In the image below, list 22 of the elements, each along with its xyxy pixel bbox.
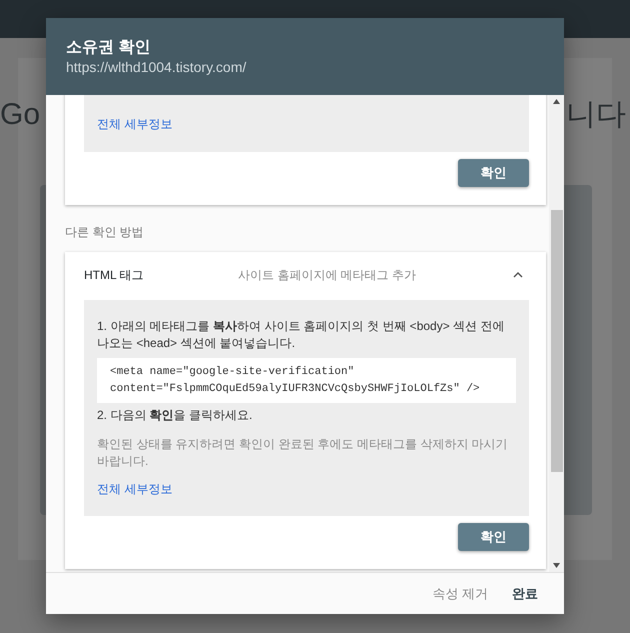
chevron-up-icon[interactable] (513, 272, 523, 278)
done-button[interactable]: 완료 (504, 580, 546, 608)
note-text: 확인된 상태를 유지하려면 확인이 완료된 후에도 메타태그를 삭제하지 마시기 바랍니다. (97, 436, 509, 470)
verify-button[interactable]: 확인 (458, 159, 529, 187)
method-description: 사이트 홈페이지에 메타태그 추가 (238, 267, 418, 284)
dialog-title: 소유권 확인 (66, 38, 152, 58)
details-link[interactable]: 전체 세부정보 (97, 481, 172, 498)
scroll-up-icon[interactable] (553, 99, 560, 104)
method-name: HTML 태그 (84, 267, 145, 284)
section-label: 다른 확인 방법 (65, 224, 145, 241)
scrollbar[interactable] (549, 95, 564, 572)
step-text: 1. 아래의 메타태그를 복사하여 사이트 홈페이지의 첫 번째 <body> 섹션 전에 나오는 <head> 섹션에 붙여넣습니다. (97, 318, 506, 352)
scroll-down-icon[interactable] (553, 563, 560, 568)
code-snippet: <meta name="google-site-verification" content="FslpmmCOquEd59alyIUFR3NCVcQsbySHWFjIoLOLfZs" /> (97, 358, 516, 403)
scrollbar-thumb[interactable] (551, 210, 563, 472)
page-heading: Go (0, 97, 40, 133)
site-url: https://wlthd1004.tistory.com/ (66, 58, 248, 76)
details-link[interactable]: 전체 세부정보 (97, 116, 172, 133)
remove-property-button[interactable]: 속성 제거 (424, 580, 496, 608)
page-heading: 니다 (566, 97, 626, 133)
verify-button[interactable]: 확인 (458, 523, 529, 551)
step-text: 2. 다음의 확인을 클릭하세요. (97, 407, 254, 424)
